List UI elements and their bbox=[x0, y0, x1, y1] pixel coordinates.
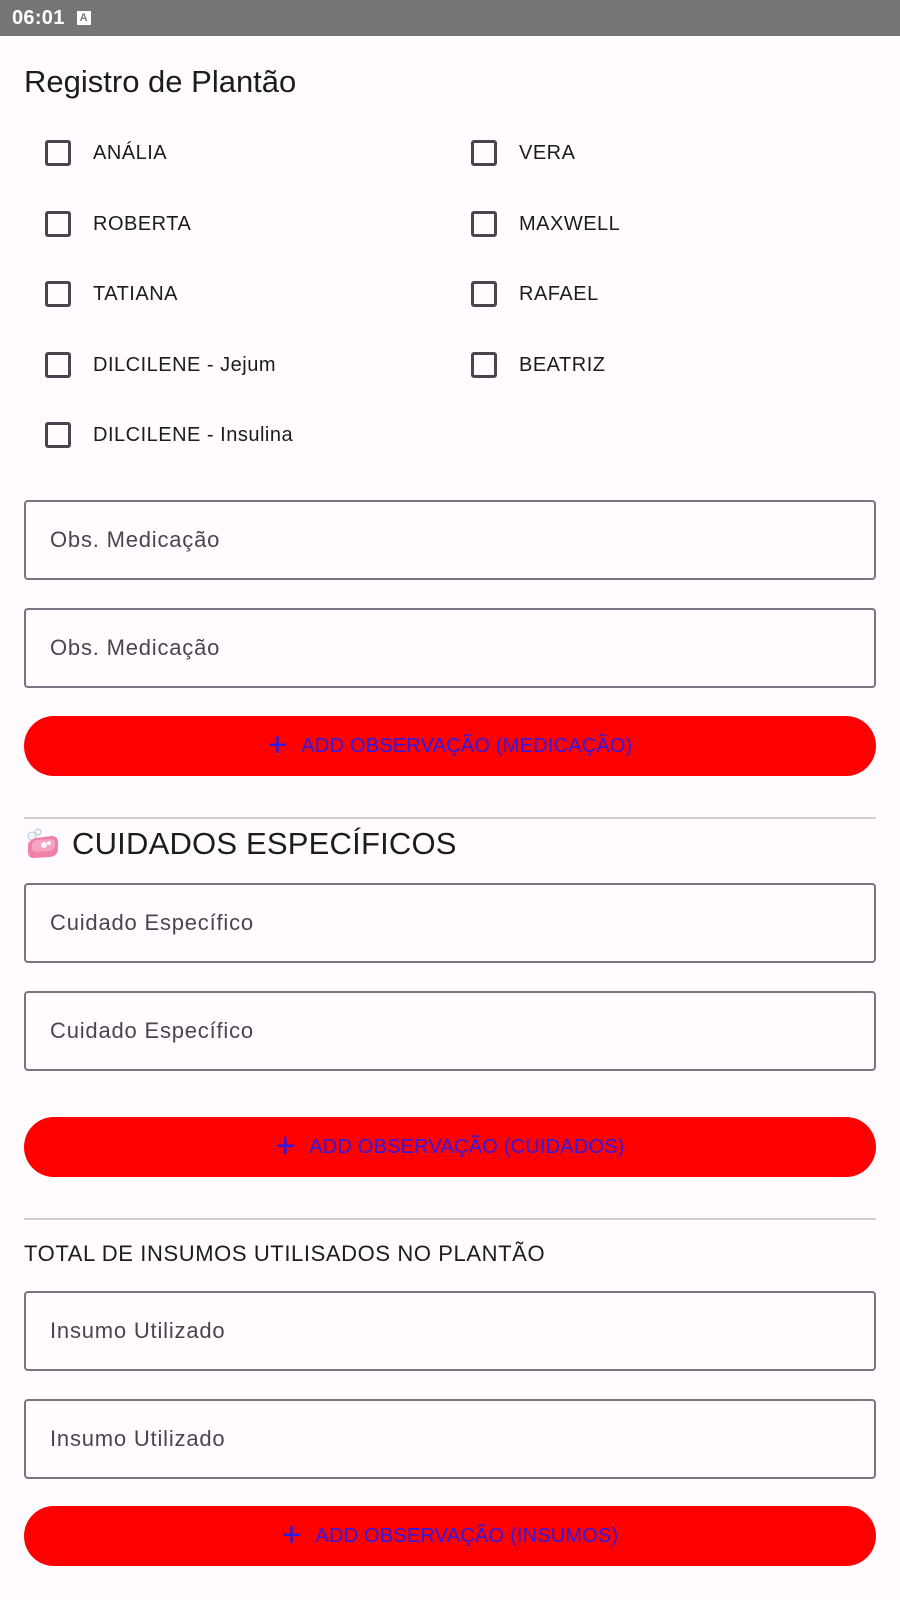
insumo-utilizado-field-1[interactable] bbox=[24, 1291, 876, 1371]
checkbox-row-roberta[interactable]: ROBERTA bbox=[24, 200, 191, 248]
obs-medicacao-field-2[interactable] bbox=[24, 608, 876, 688]
insumos-section-title: TOTAL DE INSUMOS UTILISADOS NO PLANTÃO bbox=[24, 1241, 546, 1266]
insumo-utilizado-input[interactable] bbox=[48, 1317, 852, 1345]
add-observacao-cuidados-button[interactable]: + ADD OBSERVAÇÃO (CUIDADOS) bbox=[24, 1117, 876, 1177]
add-observacao-insumos-button[interactable]: + ADD OBSERVAÇÃO (INSUMOS) bbox=[24, 1506, 876, 1566]
checkbox-label: TATIANA bbox=[93, 282, 178, 305]
notification-icon: A bbox=[76, 11, 91, 25]
divider bbox=[24, 817, 876, 819]
plus-icon: + bbox=[281, 1515, 302, 1554]
checkbox-label: RAFAEL bbox=[519, 282, 599, 305]
button-label: ADD OBSERVAÇÃO (INSUMOS) bbox=[315, 1524, 619, 1547]
add-observacao-medicacao-button[interactable]: + ADD OBSERVAÇÃO (MEDICAÇÃO) bbox=[24, 716, 876, 776]
checkbox-label: DILCILENE - Jejum bbox=[93, 353, 276, 376]
checkbox[interactable] bbox=[471, 211, 497, 237]
checkbox[interactable] bbox=[45, 352, 71, 378]
checkbox[interactable] bbox=[45, 281, 71, 307]
checkbox-row-beatriz[interactable]: BEATRIZ bbox=[450, 341, 605, 389]
plus-icon: + bbox=[267, 725, 288, 764]
checkbox-row-maxwell[interactable]: MAXWELL bbox=[450, 200, 620, 248]
section-title: CUIDADOS ESPECÍFICOS bbox=[72, 826, 457, 861]
checkbox-row-dilcilene-insulina[interactable]: DILCILENE - Insulina bbox=[24, 411, 293, 459]
checkbox[interactable] bbox=[471, 281, 497, 307]
divider bbox=[24, 1218, 876, 1220]
cuidado-especifico-input[interactable] bbox=[48, 1017, 852, 1045]
checkbox[interactable] bbox=[471, 352, 497, 378]
checkbox-label: MAXWELL bbox=[519, 212, 621, 235]
checkbox[interactable] bbox=[45, 140, 71, 166]
page-title: Registro de Plantão bbox=[24, 64, 297, 99]
cuidado-especifico-input[interactable] bbox=[48, 909, 852, 937]
cuidados-section-header: CUIDADOS ESPECÍFICOS bbox=[24, 826, 457, 862]
checkbox-row-analia[interactable]: ANÁLIA bbox=[24, 129, 167, 177]
checkbox[interactable] bbox=[45, 211, 71, 237]
checkbox-label: BEATRIZ bbox=[519, 353, 606, 376]
checkbox-row-rafael[interactable]: RAFAEL bbox=[450, 270, 599, 318]
button-label: ADD OBSERVAÇÃO (MEDICAÇÃO) bbox=[301, 734, 633, 757]
checkbox[interactable] bbox=[471, 140, 497, 166]
checkbox-label: ROBERTA bbox=[93, 212, 192, 235]
obs-medicacao-input[interactable] bbox=[48, 526, 852, 554]
status-bar: 06:01 A bbox=[0, 0, 900, 36]
obs-medicacao-input[interactable] bbox=[48, 634, 852, 662]
checkbox[interactable] bbox=[45, 422, 71, 448]
checkbox-row-dilcilene-jejum[interactable]: DILCILENE - Jejum bbox=[24, 341, 276, 389]
soap-icon bbox=[24, 826, 60, 862]
checkbox-label: ANÁLIA bbox=[93, 141, 168, 164]
checkbox-row-tatiana[interactable]: TATIANA bbox=[24, 270, 178, 318]
button-label: ADD OBSERVAÇÃO (CUIDADOS) bbox=[309, 1135, 625, 1158]
plus-icon: + bbox=[275, 1126, 296, 1165]
status-time: 06:01 bbox=[12, 6, 65, 29]
cuidado-especifico-field-2[interactable] bbox=[24, 991, 876, 1071]
checkbox-label: VERA bbox=[519, 141, 576, 164]
cuidado-especifico-field-1[interactable] bbox=[24, 883, 876, 963]
obs-medicacao-field-1[interactable] bbox=[24, 500, 876, 580]
insumo-utilizado-field-2[interactable] bbox=[24, 1399, 876, 1479]
checkbox-label: DILCILENE - Insulina bbox=[93, 423, 294, 446]
checkbox-row-vera[interactable]: VERA bbox=[450, 129, 575, 177]
insumo-utilizado-input[interactable] bbox=[48, 1425, 852, 1453]
